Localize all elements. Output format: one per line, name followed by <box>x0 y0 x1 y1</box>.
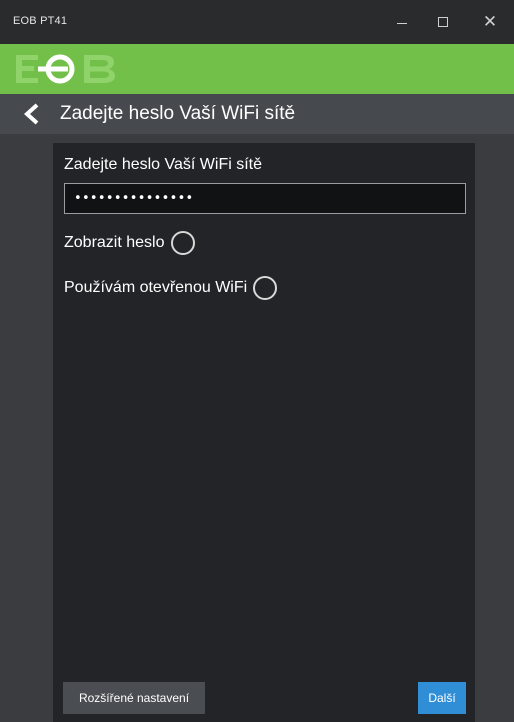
next-button[interactable]: Další <box>418 682 466 714</box>
password-value: ••••••••••••••• <box>74 191 194 206</box>
open-wifi-option[interactable]: Používám otevřenou WiFi <box>64 276 278 300</box>
minimize-button[interactable] <box>380 0 424 44</box>
show-password-radio[interactable] <box>170 231 195 255</box>
window-title: EOB PT41 <box>13 15 68 27</box>
advanced-settings-button[interactable]: Rozšířené nastavení <box>63 682 205 714</box>
close-button[interactable]: ✕ <box>468 0 512 44</box>
maximize-button[interactable] <box>421 0 465 44</box>
content-top-strip <box>53 134 475 143</box>
eob-logo <box>16 54 115 84</box>
open-wifi-label: Používám otevřenou WiFi <box>64 279 248 296</box>
show-password-label: Zobrazit heslo <box>64 234 165 251</box>
page-title: Zadejte heslo Vaší WiFi sítě <box>60 103 296 124</box>
password-input[interactable]: ••••••••••••••• <box>64 183 466 214</box>
window-titlebar: EOB PT41 ✕ <box>0 0 514 44</box>
right-margin <box>475 134 514 722</box>
minimize-icon <box>397 22 407 24</box>
show-password-option[interactable]: Zobrazit heslo <box>64 231 195 255</box>
left-margin <box>0 134 53 722</box>
open-wifi-radio[interactable] <box>253 276 278 300</box>
back-button[interactable] <box>18 100 46 128</box>
close-icon: ✕ <box>482 11 498 32</box>
chevron-left-icon <box>24 103 39 125</box>
password-label: Zadejte heslo Vaší WiFi sítě <box>64 156 262 173</box>
content-panel <box>53 143 475 722</box>
maximize-icon <box>438 17 448 27</box>
